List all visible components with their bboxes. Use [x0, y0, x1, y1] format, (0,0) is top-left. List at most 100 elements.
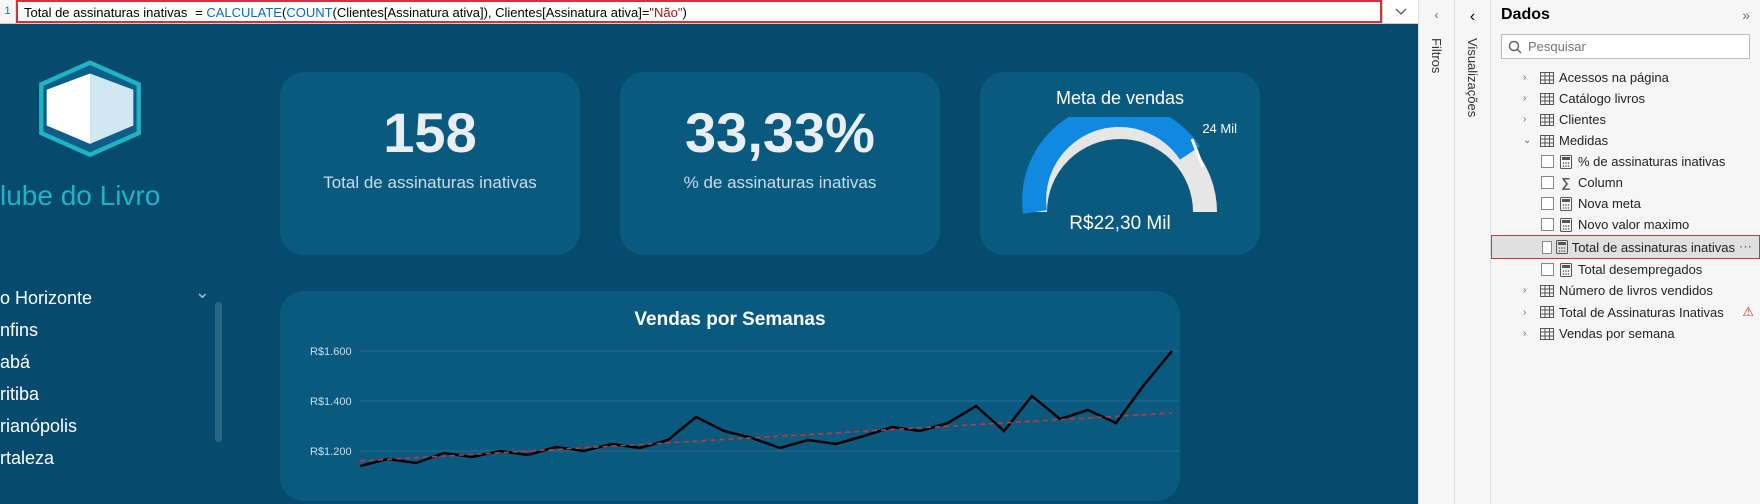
calc-icon: [1558, 197, 1574, 211]
table-name: Total de Assinaturas Inativas: [1559, 305, 1724, 320]
table-name: Vendas por semana: [1559, 326, 1675, 341]
gauge-meta-vendas[interactable]: Meta de vendas 24 Mil R$22,30 Mil: [980, 72, 1260, 255]
search-input[interactable]: [1528, 39, 1743, 54]
table-icon: [1539, 114, 1555, 126]
data-pane: Dados » › Acessos na página ›Catálogo livr…: [1490, 0, 1760, 504]
slicer-item[interactable]: rianópolis: [0, 410, 250, 442]
visualizations-pane-collapsed[interactable]: ‹ Visualizações: [1454, 0, 1490, 504]
table-icon: [1539, 306, 1555, 318]
table-row[interactable]: › Clientes: [1491, 109, 1760, 130]
field-name: Column: [1578, 175, 1623, 190]
field-checkbox[interactable]: [1541, 263, 1554, 276]
calc-icon: [1556, 240, 1568, 254]
chevron-left-icon[interactable]: ‹: [1435, 8, 1439, 22]
slicer-item[interactable]: o Horizonte: [0, 282, 250, 314]
table-icon: [1539, 328, 1555, 340]
table-name: Medidas: [1559, 133, 1608, 148]
search-icon: [1508, 40, 1522, 54]
slicer-item[interactable]: ritiba: [0, 378, 250, 410]
field-name: Nova meta: [1578, 196, 1641, 211]
warning-icon: ⚠: [1742, 304, 1754, 320]
formula-line-number: 1: [0, 0, 16, 23]
field-name: Total desempregados: [1578, 262, 1702, 277]
filters-pane-collapsed[interactable]: ‹ Filtros: [1418, 0, 1454, 504]
chevron-down-icon[interactable]: ⌄: [195, 276, 210, 308]
card-label: % de assinaturas inativas: [660, 173, 900, 193]
table-name: Número de livros vendidos: [1559, 283, 1713, 298]
field-row[interactable]: Novo valor maximo: [1491, 214, 1760, 235]
gauge-target: 24 Mil: [1202, 121, 1237, 136]
card-pct-inativas[interactable]: 33,33% % de assinaturas inativas: [620, 72, 940, 255]
table-row[interactable]: › Número de livros vendidos: [1491, 280, 1760, 301]
table-row[interactable]: ⌄ Medidas: [1491, 130, 1760, 151]
chevron-icon: ›: [1523, 72, 1535, 83]
table-name: Clientes: [1559, 112, 1606, 127]
chevron-icon: ›: [1523, 328, 1535, 339]
table-icon: [1539, 135, 1555, 147]
fields-tree[interactable]: ›Acessos na página›Catálogo livros›Clien…: [1491, 67, 1760, 504]
formula-dropdown[interactable]: [1382, 0, 1418, 23]
chevron-left-icon[interactable]: ‹: [1470, 8, 1475, 26]
formula-func-count: COUNT: [286, 5, 332, 20]
field-row[interactable]: Nova meta: [1491, 193, 1760, 214]
field-checkbox[interactable]: [1542, 241, 1552, 254]
field-row[interactable]: % de assinaturas inativas: [1491, 151, 1760, 172]
slicer-item[interactable]: abá: [0, 346, 250, 378]
field-row[interactable]: Total desempregados: [1491, 259, 1760, 280]
calc-icon: [1558, 263, 1574, 277]
table-name: Acessos na página: [1559, 70, 1669, 85]
table-icon: [1539, 72, 1555, 84]
y-tick: R$1.200: [310, 446, 352, 458]
expand-icon[interactable]: »: [1742, 7, 1750, 23]
formula-bar[interactable]: 1 Total de assinaturas inativas = CALCUL…: [0, 0, 1418, 24]
fields-search[interactable]: [1501, 34, 1750, 59]
y-tick: R$1.600: [310, 346, 352, 358]
chart-vendas-semanas[interactable]: Vendas por Semanas R$1.600 R$1.400 R$1.2…: [280, 291, 1180, 501]
table-row[interactable]: ›Catálogo livros: [1491, 88, 1760, 109]
chart-line-vendas: [360, 351, 1172, 466]
card-label: Total de assinaturas inativas: [320, 173, 540, 193]
table-icon: [1539, 93, 1555, 105]
data-pane-title: Dados: [1501, 6, 1550, 24]
gauge-title: Meta de vendas: [1010, 88, 1230, 109]
table-row[interactable]: › Total de Assinaturas Inativas ⚠: [1491, 301, 1760, 323]
chevron-icon: ›: [1523, 307, 1535, 318]
sigma-icon: ∑: [1558, 175, 1574, 190]
slicer-scrollbar[interactable]: [215, 302, 222, 442]
slicer-item[interactable]: rtaleza: [0, 442, 250, 474]
chevron-down-icon: [1395, 8, 1407, 16]
slicer-item[interactable]: nfins: [0, 314, 250, 346]
field-checkbox[interactable]: [1541, 197, 1554, 210]
formula-input[interactable]: Total de assinaturas inativas = CALCULAT…: [16, 0, 1382, 23]
brand-logo: [0, 36, 180, 176]
visualizations-label: Visualizações: [1465, 38, 1480, 117]
brand-name: lube do Livro: [0, 180, 250, 212]
field-checkbox[interactable]: [1541, 176, 1554, 189]
card-value: 158: [320, 100, 540, 165]
table-row[interactable]: › Acessos na página: [1491, 67, 1760, 88]
table-icon: [1539, 285, 1555, 297]
field-name: % de assinaturas inativas: [1578, 154, 1725, 169]
filters-label: Filtros: [1429, 38, 1444, 73]
field-row[interactable]: ∑ Column: [1491, 172, 1760, 193]
card-total-inativas[interactable]: 158 Total de assinaturas inativas: [280, 72, 580, 255]
field-row[interactable]: Total de assinaturas inativas ⋯: [1491, 235, 1760, 259]
field-name: Total de assinaturas inativas: [1572, 240, 1735, 255]
card-value: 33,33%: [660, 100, 900, 165]
chevron-icon: ›: [1523, 285, 1535, 296]
formula-func-calculate: CALCULATE: [206, 5, 282, 20]
calc-icon: [1558, 155, 1574, 169]
formula-measure-name: Total de assinaturas inativas: [24, 5, 187, 20]
chart-title: Vendas por Semanas: [310, 309, 1150, 331]
table-row[interactable]: › Vendas por semana: [1491, 323, 1760, 344]
calc-icon: [1558, 218, 1574, 232]
chevron-icon: ›: [1523, 114, 1535, 125]
y-tick: R$1.400: [310, 396, 352, 408]
field-checkbox[interactable]: [1541, 155, 1554, 168]
city-slicer[interactable]: ⌄ o Horizonte nfins abá ritiba rianópoli…: [0, 282, 250, 474]
field-checkbox[interactable]: [1541, 218, 1554, 231]
more-icon[interactable]: ⋯: [1739, 239, 1753, 255]
chevron-icon: ⌄: [1523, 135, 1535, 146]
report-canvas[interactable]: lube do Livro ⌄ o Horizonte nfins abá ri…: [0, 24, 1418, 504]
chevron-icon: ›: [1523, 93, 1535, 104]
